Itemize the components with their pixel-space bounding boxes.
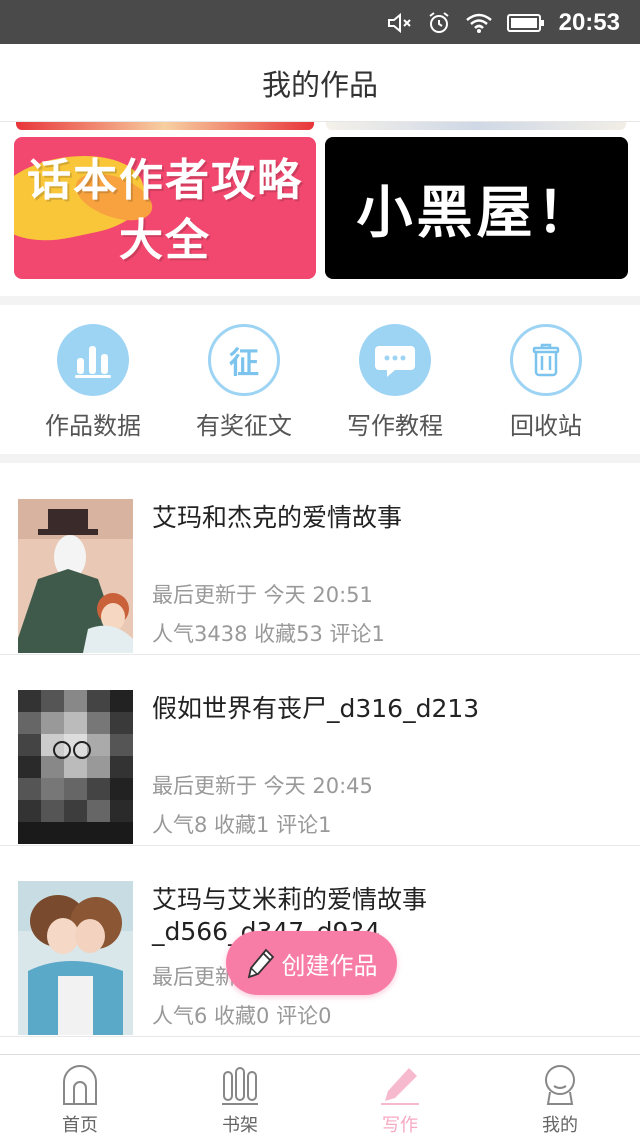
work-title: 艾玛与艾米莉的爱情故事_d566_d347_d934	[152, 885, 428, 946]
action-recycle-bin[interactable]: 回收站	[471, 324, 621, 441]
work-title: 假如世界有丧尸_d316_d213	[152, 694, 480, 723]
contest-icon: 征	[208, 324, 280, 396]
action-recycle-bin-label: 回收站	[510, 412, 582, 440]
status-time: 20:53	[558, 9, 620, 36]
tab-profile[interactable]: 我的	[500, 1063, 620, 1137]
tab-bookshelf-label: 书架	[222, 1115, 258, 1136]
tab-write-label: 写作	[382, 1115, 418, 1136]
bookshelf-icon	[180, 1063, 300, 1107]
banner-black-room-text: 小黑屋！	[356, 180, 597, 246]
trash-icon	[510, 324, 582, 396]
work-cover-image	[18, 881, 133, 1035]
pen-icon	[340, 1063, 460, 1107]
action-tutorial[interactable]: 写作教程	[320, 324, 470, 441]
wifi-icon	[465, 13, 492, 33]
work-title: 艾玛和杰克的爱情故事	[152, 503, 403, 532]
tab-bookshelf[interactable]: 书架	[180, 1063, 300, 1137]
work-cover-image	[18, 690, 133, 844]
tab-profile-label: 我的	[542, 1115, 578, 1136]
tab-home[interactable]: 首页	[20, 1063, 140, 1137]
section-divider	[0, 296, 640, 305]
alarm-icon	[429, 12, 449, 33]
work-stats: 人气6 收藏0 评论0	[152, 1004, 332, 1028]
create-work-button[interactable]: 创建作品	[226, 931, 397, 995]
tab-home-label: 首页	[62, 1115, 98, 1136]
action-tutorial-label: 写作教程	[347, 412, 443, 440]
banner-black-room[interactable]: 小黑屋！	[325, 137, 628, 279]
profile-icon	[500, 1063, 620, 1107]
work-cover-image	[18, 499, 133, 653]
mute-icon	[387, 12, 411, 34]
page-title: 我的作品	[261, 67, 378, 102]
action-work-data-label: 作品数据	[45, 412, 141, 440]
status-bar: 20:53	[0, 0, 640, 44]
action-work-data[interactable]: 作品数据	[18, 324, 168, 441]
chat-bubble-icon	[359, 324, 431, 396]
banner-author-guide-text: 话本作者攻略 大全	[27, 155, 303, 266]
banner-carousel-edge-left	[16, 122, 314, 130]
work-stats: 人气3438 收藏53 评论1	[152, 622, 385, 646]
banner-carousel-edge-right	[326, 122, 626, 130]
bar-chart-icon	[57, 324, 129, 396]
action-contest[interactable]: 征 有奖征文	[169, 324, 319, 441]
quick-actions: 作品数据 征 有奖征文 写作教程 回收站	[0, 306, 640, 454]
work-updated: 最后更新于 今天 20:45	[152, 774, 373, 798]
section-divider	[0, 454, 640, 463]
work-item[interactable]: 假如世界有丧尸_d316_d213 最后更新于 今天 20:45 人气8 收藏1…	[0, 655, 640, 846]
work-stats: 人气8 收藏1 评论1	[152, 813, 332, 837]
work-updated: 最后更新于 今天 20:51	[152, 583, 373, 607]
work-item[interactable]: 艾玛和杰克的爱情故事 最后更新于 今天 20:51 人气3438 收藏53 评论…	[0, 464, 640, 655]
pencil-icon	[247, 948, 274, 979]
home-icon	[20, 1063, 140, 1107]
create-work-label: 创建作品	[281, 951, 378, 980]
title-bar: 我的作品	[0, 44, 640, 122]
action-contest-label: 有奖征文	[196, 412, 292, 440]
tab-write[interactable]: 写作	[340, 1063, 460, 1137]
bottom-tab-bar: 首页 书架 写作 我的	[0, 1054, 640, 1138]
battery-icon	[506, 14, 544, 32]
banner-author-guide[interactable]: 话本作者攻略 大全	[14, 137, 316, 279]
